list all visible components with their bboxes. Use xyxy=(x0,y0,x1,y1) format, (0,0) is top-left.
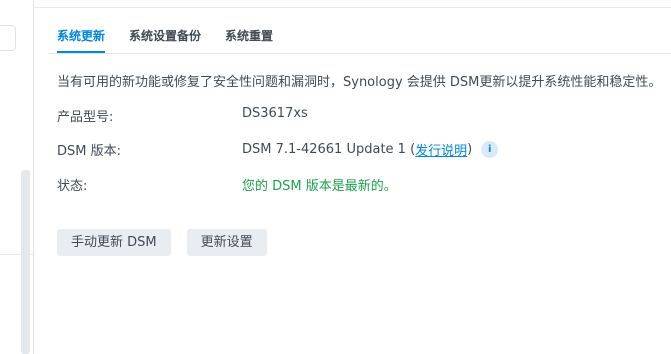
tab-configuration-backup[interactable]: 系统设置备份 xyxy=(129,8,201,53)
update-restore-panel: 系统更新 系统设置备份 系统重置 当有可用的新功能或修复了安全性问题和漏洞时，S… xyxy=(34,8,671,354)
status-label: 状态: xyxy=(57,179,88,194)
tab-system-reset[interactable]: 系统重置 xyxy=(225,8,273,53)
release-notes-link[interactable]: 发行说明 xyxy=(415,140,467,159)
version-suffix: ) xyxy=(467,142,473,157)
version-value: DSM 7.1-42661 Update 1 ( xyxy=(242,142,416,157)
tab-bar-underline xyxy=(49,53,671,54)
action-buttons: 手动更新 DSM 更新设置 xyxy=(57,229,283,256)
update-settings-button[interactable]: 更新设置 xyxy=(186,229,267,256)
version-value-group: DSM 7.1-42661 Update 1 (发行说明) i xyxy=(242,140,499,159)
manual-update-button[interactable]: 手动更新 DSM xyxy=(57,229,171,256)
left-search-box[interactable] xyxy=(0,25,16,51)
tab-bar: 系统更新 系统设置备份 系统重置 xyxy=(57,8,297,53)
status-value: 您的 DSM 版本是最新的。 xyxy=(242,179,397,194)
tab-system-update[interactable]: 系统更新 xyxy=(57,8,106,53)
update-description: 当有可用的新功能或修复了安全性问题和漏洞时，Synology 会提供 DSM更新… xyxy=(57,75,662,90)
model-value: DS3617xs xyxy=(242,106,308,121)
left-scrollbar-thumb[interactable] xyxy=(21,170,30,354)
version-label: DSM 版本: xyxy=(57,144,121,159)
model-label: 产品型号: xyxy=(57,110,114,125)
info-icon[interactable]: i xyxy=(481,141,499,158)
